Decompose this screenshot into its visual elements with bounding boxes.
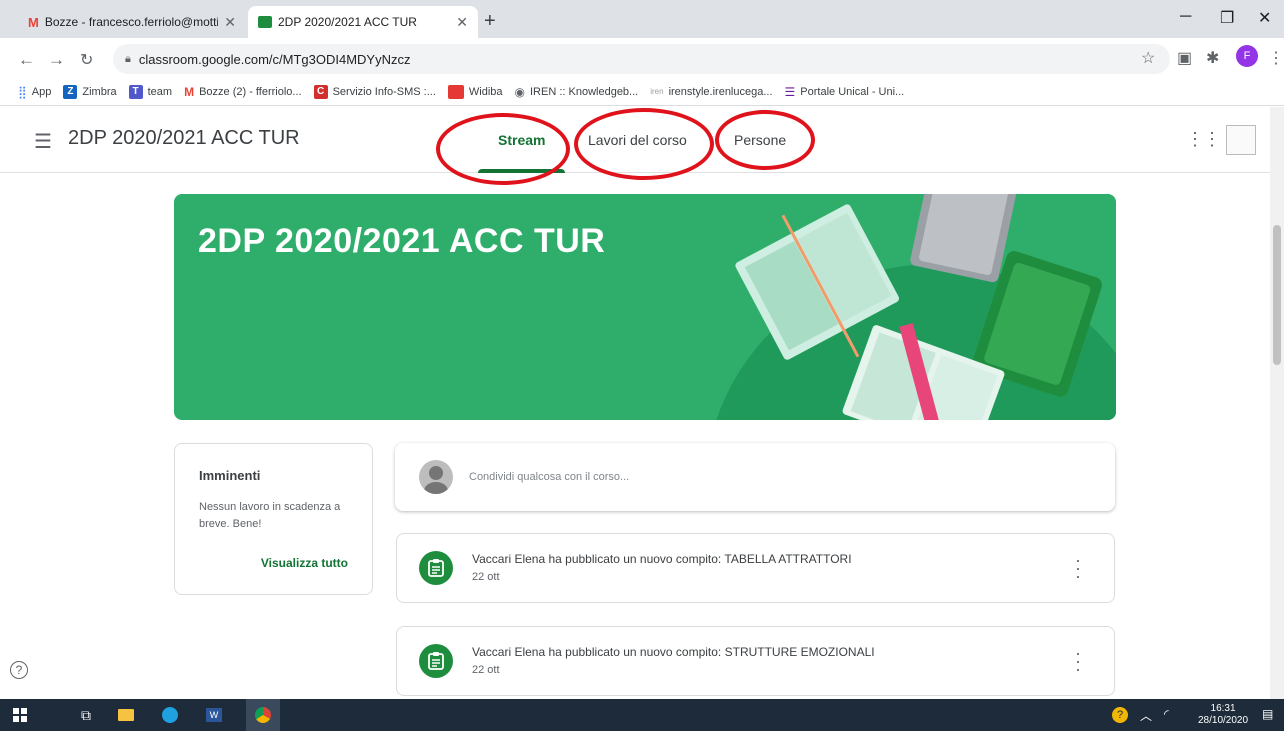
restore-button[interactable]: ❐: [1220, 8, 1234, 28]
books-illustration: [716, 194, 1116, 420]
minimize-button[interactable]: ─: [1180, 8, 1191, 26]
bookmark-label: Bozze (2) - fferriolo...: [199, 85, 302, 98]
classroom-icon: [258, 16, 272, 28]
teams-icon: T: [128, 84, 143, 99]
word-icon[interactable]: W: [204, 705, 224, 725]
new-tab-button[interactable]: +: [484, 10, 496, 33]
cast-icon[interactable]: ▣: [1177, 48, 1192, 68]
assignment-icon: [419, 551, 453, 585]
bookmark-servizio[interactable]: C Servizio Info-SMS :...: [313, 84, 436, 99]
bookmark-irenstyle[interactable]: iren irenstyle.irenlucega...: [650, 86, 772, 98]
globe-icon: ◉: [514, 84, 525, 99]
apps-grid-icon: ⣿: [18, 84, 27, 99]
clock-date: 28/10/2020: [1198, 715, 1249, 726]
url-text: classroom.google.com/c/MTg3ODI4MDYyNzcz: [138, 51, 411, 67]
unical-icon: ☰: [784, 84, 796, 99]
address-bar[interactable]: 🔒︎ classroom.google.com/c/MTg3ODI4MDYyNz…: [113, 44, 1170, 74]
gmail-icon: M: [184, 84, 195, 99]
tab-persone[interactable]: Persone: [714, 107, 806, 173]
more-options-icon[interactable]: · · ·: [1075, 644, 1081, 678]
back-icon[interactable]: ←: [18, 50, 35, 70]
bookmark-widiba[interactable]: Widiba: [447, 84, 503, 99]
tab-stream[interactable]: Stream: [478, 107, 566, 173]
bookmark-iren[interactable]: ◉ IREN :: Knowledgeb...: [515, 85, 639, 99]
forward-icon[interactable]: →: [48, 50, 65, 70]
share-box[interactable]: Condividi qualcosa con il corso...: [395, 443, 1115, 511]
bookmark-star-icon[interactable]: ☆: [1141, 48, 1155, 68]
tab-title: Bozze - francesco.ferriolo@motti: [44, 15, 219, 29]
course-title[interactable]: 2DP 2020/2021 ACC TUR: [68, 127, 300, 150]
close-tab-icon[interactable]: ✕: [456, 14, 468, 31]
windows-taskbar: ⧉ W ? ︿ ◜ 16:31 28/10/2020 ▤: [0, 699, 1284, 731]
post-title[interactable]: Vaccari Elena ha pubblicato un nuovo com…: [472, 645, 875, 659]
post-date: 22 ott: [472, 664, 500, 676]
file-explorer-icon[interactable]: [116, 705, 136, 725]
upcoming-text: Nessun lavoro in scadenza a breve. Bene!: [199, 501, 341, 530]
bookmark-label: Portale Unical - Uni...: [800, 85, 905, 98]
bookmark-team[interactable]: T team: [128, 84, 173, 99]
clock-time: 16:31: [1210, 703, 1236, 714]
close-window-button[interactable]: ✕: [1258, 8, 1271, 28]
bookmark-unical[interactable]: ☰ Portale Unical - Uni...: [785, 85, 905, 99]
page-scrollbar[interactable]: [1270, 107, 1284, 699]
bookmark-label: Widiba: [468, 85, 503, 98]
zimbra-icon: Z: [63, 84, 78, 99]
iren-icon: iren: [650, 87, 664, 96]
bookmark-label: Zimbra: [82, 85, 117, 98]
course-banner: 2DP 2020/2021 ACC TUR: [174, 194, 1116, 420]
browser-menu-icon[interactable]: ⋮: [1268, 48, 1284, 68]
bookmark-label: App: [31, 85, 52, 98]
stream-post[interactable]: Vaccari Elena ha pubblicato un nuovo com…: [396, 533, 1115, 603]
browser-tab-gmail[interactable]: M Bozze - francesco.ferriolo@motti ✕: [18, 6, 246, 38]
assignment-icon: [419, 644, 453, 678]
gmail-icon: M: [28, 14, 39, 30]
help-tray-icon[interactable]: ?: [1110, 705, 1130, 725]
widiba-icon: [447, 84, 464, 99]
servizio-icon: C: [313, 84, 328, 99]
wifi-icon[interactable]: ◜: [1164, 707, 1169, 721]
bookmarks-bar: ⣿ App Z Zimbra T team M Bozze (2) - ffer…: [0, 78, 1284, 106]
bookmark-label: IREN :: Knowledgeb...: [530, 85, 639, 98]
upcoming-heading: Imminenti: [199, 468, 261, 483]
tab-lavori-del-corso[interactable]: Lavori del corso: [568, 107, 707, 173]
bookmark-label: irenstyle.irenlucega...: [668, 85, 773, 98]
profile-avatar[interactable]: F: [1236, 45, 1258, 67]
browser-tab-strip: M Bozze - francesco.ferriolo@motti ✕ 2DP…: [0, 0, 1284, 38]
view-all-link[interactable]: Visualizza tutto: [261, 556, 348, 570]
tab-title: 2DP 2020/2021 ACC TUR: [278, 15, 417, 29]
extensions-icon[interactable]: ✱: [1206, 48, 1219, 68]
bookmark-label: Servizio Info-SMS :...: [332, 85, 436, 98]
windows-start-icon[interactable]: [10, 705, 30, 725]
bookmark-bozze[interactable]: M Bozze (2) - fferriolo...: [184, 85, 302, 99]
system-clock[interactable]: 16:31 28/10/2020: [1198, 703, 1248, 727]
stream-post[interactable]: Vaccari Elena ha pubblicato un nuovo com…: [396, 626, 1115, 696]
more-options-icon[interactable]: · · ·: [1075, 551, 1081, 585]
user-avatar: [419, 460, 453, 494]
bookmark-app[interactable]: ⣿ App: [18, 85, 51, 99]
main-menu-icon[interactable]: ☰: [34, 129, 52, 154]
close-tab-icon[interactable]: ✕: [224, 14, 236, 31]
edge-icon[interactable]: [160, 705, 180, 725]
share-placeholder: Condividi qualcosa con il corso...: [469, 471, 630, 483]
classroom-header: ☰ 2DP 2020/2021 ACC TUR Stream Lavori de…: [0, 107, 1270, 173]
help-icon[interactable]: ?: [10, 661, 28, 679]
chrome-icon[interactable]: [246, 699, 280, 731]
chevron-up-icon[interactable]: ︿: [1140, 707, 1152, 724]
post-date: 22 ott: [472, 571, 500, 583]
bookmark-label: team: [147, 85, 173, 98]
browser-tab-classroom[interactable]: 2DP 2020/2021 ACC TUR ✕: [248, 6, 478, 38]
notifications-icon[interactable]: ▤: [1262, 707, 1273, 721]
account-avatar[interactable]: [1226, 125, 1256, 155]
upcoming-card: Imminenti Nessun lavoro in scadenza a br…: [174, 443, 373, 595]
task-view-icon[interactable]: ⧉: [76, 705, 96, 725]
bookmark-zimbra[interactable]: Z Zimbra: [63, 84, 117, 99]
lock-icon: 🔒︎: [125, 52, 131, 65]
post-title[interactable]: Vaccari Elena ha pubblicato un nuovo com…: [472, 552, 852, 566]
scrollbar-thumb[interactable]: [1273, 225, 1281, 365]
reload-icon[interactable]: ↻: [80, 50, 93, 70]
